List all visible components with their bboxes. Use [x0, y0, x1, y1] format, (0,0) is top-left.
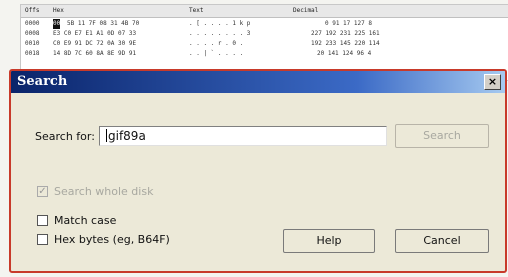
match-case-label: Match case: [54, 214, 117, 227]
cancel-button[interactable]: Cancel: [395, 229, 489, 253]
row-text: . . . . r . 0 .: [189, 40, 244, 47]
search-dialog: Search × Search for: gif89a Search ✓ Sea…: [9, 69, 507, 273]
row-offset: 0018: [25, 50, 40, 57]
row-offset: 0000: [25, 20, 40, 27]
row-hex-bytes: 5B 11 7F 08 31 4B 70: [67, 20, 140, 27]
row-hex-bytes: C0 E9 91 DC 72 0A 30 9E: [53, 40, 137, 47]
decimal-column-header: Decimal: [293, 7, 319, 14]
text-column-header: Text: [189, 7, 204, 14]
search-whole-disk-checkbox[interactable]: ✓: [37, 186, 48, 197]
search-for-label: Search for:: [35, 130, 95, 143]
row-text: . . | ` . . . .: [189, 50, 244, 57]
search-whole-disk-label: Search whole disk: [54, 185, 154, 198]
close-button[interactable]: ×: [484, 74, 501, 90]
row-text: . . . . . . . . 3: [189, 30, 251, 37]
hex-bytes-checkbox[interactable]: [37, 234, 48, 245]
row-text: . [ . . . . 1 k p: [189, 20, 251, 27]
search-input[interactable]: gif89a: [99, 126, 387, 146]
search-button-label: Search: [423, 129, 461, 142]
row-offset: 0010: [25, 40, 40, 47]
search-button[interactable]: Search: [395, 124, 489, 148]
dialog-titlebar[interactable]: Search ×: [11, 71, 505, 93]
dialog-title: Search: [17, 74, 68, 89]
row-decimal: 20 141 124 96 4: [317, 50, 372, 57]
search-input-value: gif89a: [108, 129, 146, 143]
text-caret: [106, 129, 107, 142]
row-decimal: 192 233 145 220 114: [311, 40, 380, 47]
close-icon: ×: [487, 75, 498, 88]
row-hex-bytes: E3 C0 E7 E1 A1 0D 07 33: [53, 30, 137, 37]
row-decimal: 0 91 17 127 8: [325, 20, 372, 27]
help-button[interactable]: Help: [283, 229, 375, 253]
help-button-label: Help: [316, 234, 342, 247]
row-hex-bytes: 14 8D 7C 60 8A 8E 9D 91: [53, 50, 137, 57]
match-case-checkbox[interactable]: [37, 215, 48, 226]
cancel-button-label: Cancel: [423, 234, 461, 247]
hex-column-header: Hex: [53, 7, 64, 14]
offset-column-header: Offs: [25, 7, 40, 14]
row-offset: 0008: [25, 30, 40, 37]
row-decimal: 227 192 231 225 161: [311, 30, 380, 37]
selected-byte[interactable]: 00: [53, 19, 61, 29]
hex-bytes-label: Hex bytes (eg, B64F): [54, 233, 170, 246]
hex-header: Offs Hex Text Decimal: [21, 5, 508, 18]
